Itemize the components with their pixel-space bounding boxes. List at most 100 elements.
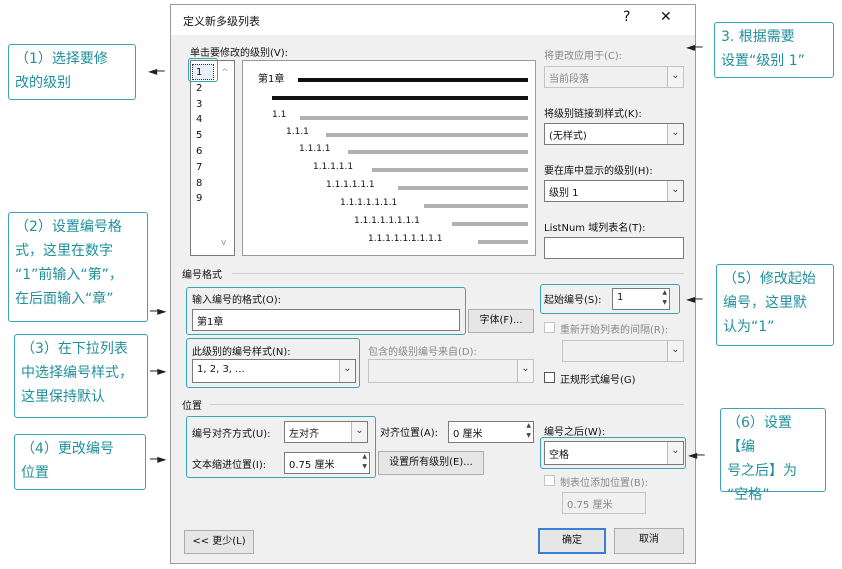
preview-bar xyxy=(326,133,528,137)
preview-bar xyxy=(348,150,528,154)
callout-line: 式，这里在数字 xyxy=(15,243,113,259)
preview-bar xyxy=(398,186,528,190)
tab-stop-value: 0.75 厘米 xyxy=(567,500,613,511)
tab-stop-label: 制表位添加位置(B): xyxy=(560,478,649,489)
align-at-label: 对齐位置(A): xyxy=(380,428,439,439)
less-button[interactable]: << 更少(L) xyxy=(184,530,254,554)
format-highlight-frame xyxy=(186,287,466,335)
callout-position: （4）更改编号 位置 xyxy=(14,434,146,490)
listnum-input[interactable] xyxy=(544,237,684,259)
set-all-levels-button[interactable]: 设置所有级别(E)... xyxy=(378,451,484,475)
apply-to-value: 当前段落 xyxy=(549,74,589,85)
arrow-right-icon: ─► xyxy=(150,364,167,378)
preview-item: 1.1.1.1.1 xyxy=(313,162,354,172)
help-button[interactable]: ? xyxy=(623,9,630,25)
callout-line: （6）设置【编 xyxy=(727,415,792,455)
level-item[interactable]: 2 xyxy=(196,81,202,97)
callout-line: 认为“1” xyxy=(723,319,775,335)
arrow-right-icon: ─► xyxy=(150,452,167,466)
preview-pane xyxy=(242,60,536,256)
level-item[interactable]: 3 xyxy=(196,97,202,113)
callout-line: 设置“级别 1” xyxy=(721,53,805,69)
callout-line: 这里保持默认 xyxy=(21,389,105,405)
scroll-up-icon[interactable]: ^ xyxy=(221,68,229,78)
spin-down-icon[interactable]: ▼ xyxy=(526,432,531,439)
preview-item: 1.1.1.1.1.1.1.1 xyxy=(354,216,420,226)
include-level-select: ⌄ xyxy=(368,359,534,383)
preview-bar xyxy=(272,96,528,100)
restart-label: 重新开始列表的间隔(R): xyxy=(560,325,669,336)
restart-select: ⌄ xyxy=(562,340,684,362)
number-format-heading: 编号格式 xyxy=(182,270,222,281)
level-item[interactable]: 6 xyxy=(196,144,202,160)
arrow-left-icon: ◄─ xyxy=(688,448,705,462)
callout-line: （1）选择要修 xyxy=(15,51,108,67)
include-level-label: 包含的级别编号来自(D): xyxy=(368,347,477,358)
follow-highlight-frame xyxy=(540,437,686,469)
legal-numbering-label: 正规形式编号(G) xyxy=(560,375,636,386)
gallery-level-label: 要在库中显示的级别(H): xyxy=(544,166,653,177)
preview-bar xyxy=(478,240,528,244)
font-button[interactable]: 字体(F)... xyxy=(468,309,534,333)
gallery-level-select[interactable]: 级别 1 ⌄ xyxy=(544,180,684,202)
spin-up-icon[interactable]: ▲ xyxy=(526,422,531,429)
callout-line: （5）修改起始 xyxy=(723,271,816,287)
chevron-down-icon[interactable]: ⌄ xyxy=(667,181,683,201)
preview-item: 1.1.1.1 xyxy=(299,144,331,154)
callout-follow-number: （6）设置【编 号之后】为 “空格” xyxy=(720,408,826,503)
start-at-highlight-frame xyxy=(540,284,680,314)
arrow-left-icon: ◄─ xyxy=(686,40,703,54)
callout-select-level: （1）选择要修 改的级别 xyxy=(8,44,136,100)
level-item[interactable]: 5 xyxy=(196,128,202,144)
arrow-left-icon: ◄─ xyxy=(686,292,703,306)
callout-start-number: （5）修改起始 编号，这里默 认为“1” xyxy=(716,264,834,346)
level-item[interactable]: 8 xyxy=(196,176,202,192)
dialog-title: 定义新多级列表 xyxy=(183,15,260,28)
legal-numbering-checkbox[interactable] xyxy=(544,372,555,383)
chevron-down-icon[interactable]: ⌄ xyxy=(667,124,683,144)
ok-button[interactable]: 确定 xyxy=(538,528,606,554)
callout-line: “1”前输入“第”， xyxy=(15,267,123,283)
level-item[interactable]: 7 xyxy=(196,160,202,176)
callout-line: 号之后】为 xyxy=(727,463,797,479)
preview-bar xyxy=(298,78,528,82)
close-button[interactable]: ✕ xyxy=(660,9,672,25)
callout-line: 改的级别 xyxy=(15,75,71,91)
callout-line: （2）设置编号格 xyxy=(15,219,122,235)
callout-line: （3）在下拉列表 xyxy=(21,341,128,357)
level-item[interactable]: 9 xyxy=(196,191,202,207)
listnum-label: ListNum 域列表名(T): xyxy=(544,223,646,234)
callout-number-style: （3）在下拉列表 中选择编号样式， 这里保持默认 xyxy=(14,334,148,418)
preview-item: 1.1.1.1.1.1.1 xyxy=(340,198,398,208)
callout-line: 中选择编号样式， xyxy=(21,365,133,381)
chevron-down-icon: ⌄ xyxy=(517,360,533,382)
callout-line: 位置 xyxy=(21,465,49,481)
level-item[interactable]: 4 xyxy=(196,112,202,128)
restart-checkbox xyxy=(544,322,555,333)
arrow-left-icon: ◄─ xyxy=(148,64,165,78)
align-at-input[interactable]: 0 厘米 ▲ ▼ xyxy=(448,421,534,443)
link-style-label: 将级别链接到样式(K): xyxy=(544,109,642,120)
tab-stop-checkbox xyxy=(544,475,555,486)
level-label: 单击要修改的级别(V): xyxy=(190,48,289,59)
cancel-button[interactable]: 取消 xyxy=(614,528,684,554)
apply-to-label: 将更改应用于(C): xyxy=(544,51,623,62)
follow-label: 编号之后(W): xyxy=(544,427,606,438)
preview-item: 1.1.1.1.1.1.1.1.1 xyxy=(368,234,443,244)
section-divider xyxy=(232,273,684,274)
position-heading: 位置 xyxy=(182,401,202,412)
callout-line: 在后面输入“章” xyxy=(15,291,114,307)
apply-to-select: 当前段落 ⌄ xyxy=(544,66,684,88)
align-at-value: 0 厘米 xyxy=(453,429,483,440)
link-style-select[interactable]: (无样式) ⌄ xyxy=(544,123,684,145)
link-style-value: (无样式) xyxy=(549,131,587,142)
section-divider xyxy=(210,404,684,405)
position-highlight-frame xyxy=(186,416,376,478)
chevron-down-icon: ⌄ xyxy=(667,341,683,361)
callout-level-settings: 3. 根据需要 设置“级别 1” xyxy=(714,22,834,78)
arrow-right-icon: ─► xyxy=(150,304,167,318)
tab-stop-input: 0.75 厘米 xyxy=(562,492,646,514)
level-list: 1 2 3 4 5 6 7 8 9 xyxy=(196,65,202,207)
scroll-down-icon[interactable]: v xyxy=(221,238,226,248)
callout-line: “空格” xyxy=(727,487,770,503)
